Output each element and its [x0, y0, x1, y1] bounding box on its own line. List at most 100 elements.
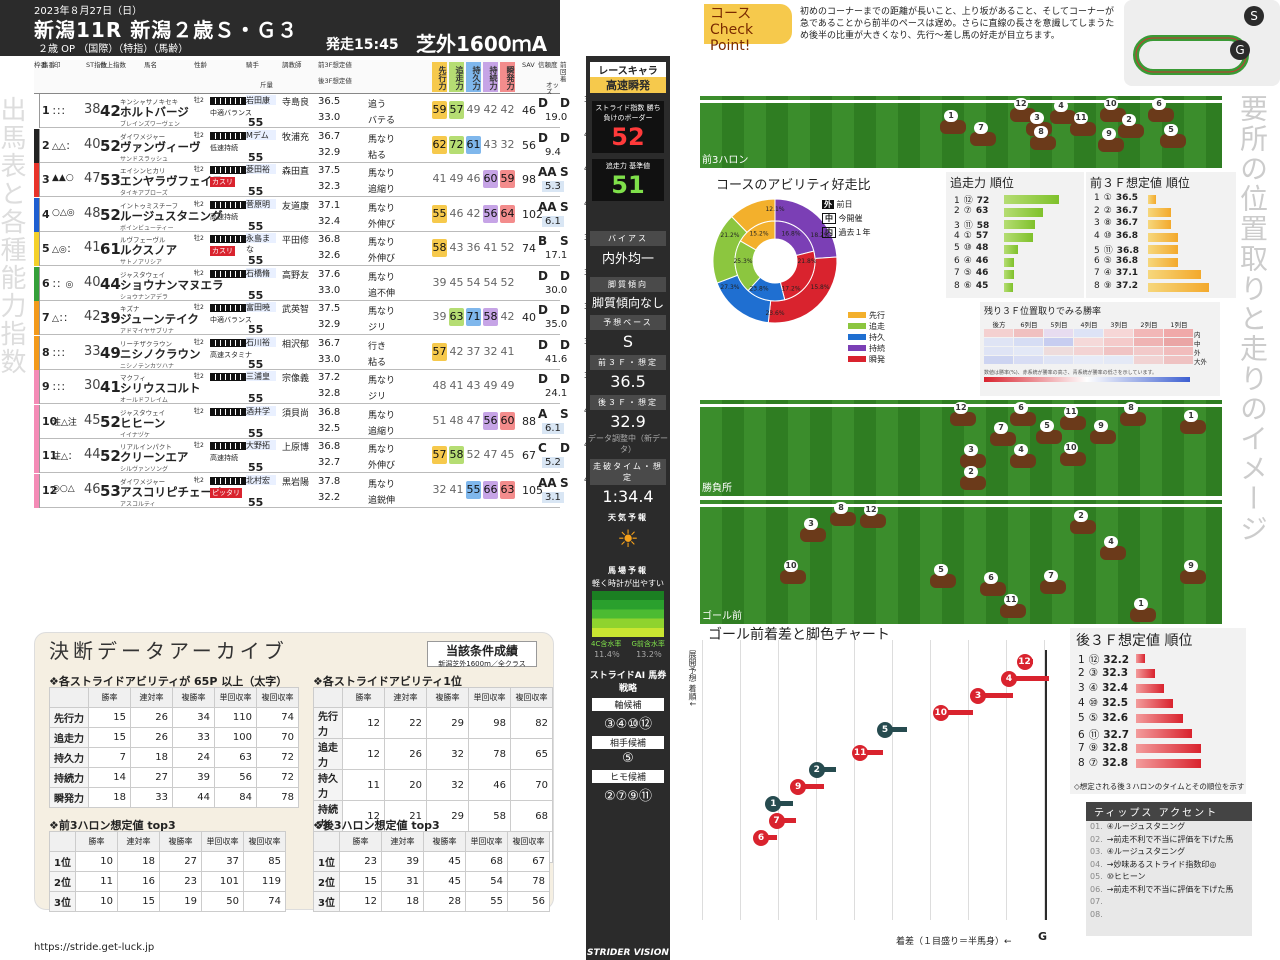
horse-marker: 1 — [940, 110, 966, 134]
ability-value: 71 — [466, 308, 481, 326]
table-row[interactable]: 7 △：： 42 39 キズナ ジューンテイク アドマイヤサブリナ 牡2 中適バランス 55 富田暁… — [34, 301, 594, 336]
winrate-cell — [1134, 338, 1163, 346]
horse-marker: 1 — [1180, 410, 1206, 434]
horse-name[interactable]: ジューンテイク — [120, 311, 199, 327]
col-header: 仕上指数 — [100, 61, 126, 69]
table-row[interactable]: 2 △△： 40 52 ダイワメジャー ヴァンヴィーヴ サンドスラッシュ 牡2 低速持続 55 Mデ… — [34, 128, 594, 164]
comment-1: 馬なり — [368, 134, 396, 145]
l3-rank-title: 後３Ｆ想定値 順位 — [1076, 633, 1193, 649]
goal-axis-label: 着差（１目盛り＝半馬身）← — [896, 937, 1012, 947]
cell: 32 — [426, 738, 469, 770]
rank-horse: ⑤ — [1088, 712, 1099, 724]
tip-text: ④ルージュスタニング — [1106, 822, 1186, 831]
rank-pos: 6 — [954, 255, 960, 266]
cell: 100 — [214, 727, 257, 748]
row-label: 先行力 — [313, 707, 343, 739]
horse-name[interactable]: アスコリピチェーノ — [120, 484, 223, 500]
course-label: コース — [710, 6, 752, 22]
tip-item: 03. ④ルージュスタニング — [1086, 846, 1252, 859]
col-header: 複回収率 — [510, 687, 553, 708]
horse-name[interactable]: クリーンエア — [120, 449, 188, 465]
table-row[interactable]: 9：：： 30 41 マクフィ シリウスコルト オールドフレイム 牡2 55 三浦皇 宗像義 37.… — [34, 370, 594, 405]
cell: 33 — [172, 727, 215, 748]
dam-name: アドマイヤサブリナ — [120, 328, 174, 335]
rank-row: 4 ① 57 — [946, 231, 1084, 244]
horse-name[interactable]: ルクスノア — [120, 242, 177, 258]
st-index: 47 — [84, 171, 101, 186]
rank-bar — [1004, 245, 1018, 254]
archive-row: 先行力 12 22 29 98 82 — [313, 707, 553, 739]
table-row[interactable]: 1：：： 38 42 キンシャサノキセキ ホルトバージ ブレインズワーヴェン 牡2 中適バラン… — [34, 94, 594, 129]
comment-1: 馬なり — [368, 445, 396, 455]
row-label: 2位 — [49, 871, 76, 892]
ability-value: 49 — [449, 172, 464, 185]
tip-item: 06. →前走不利で不当に評価を下げた馬 — [1086, 884, 1252, 897]
horse-name[interactable]: ホルトバージ — [120, 104, 189, 120]
marks: △◎： — [52, 245, 76, 255]
form-bar — [210, 269, 246, 278]
table-row[interactable]: 4 ○△◎ 48 52 イントゥミスチーフ ルージュスタニング ボインビューティー 牝2 高速持… — [34, 197, 594, 233]
rank-pos: 7 — [954, 268, 960, 278]
rank-row: 8 ⑨ 37.2 — [1086, 281, 1236, 294]
form-bar — [210, 131, 246, 140]
rank-horse: ① — [1103, 193, 1112, 203]
winrate-cell — [1074, 338, 1103, 346]
marks: 注△注 — [52, 417, 77, 428]
ability-value: 59 — [432, 101, 447, 119]
moist-a-value: 11.4％ — [594, 650, 620, 659]
dam-name: シルヴァンソング — [120, 466, 169, 473]
rank-pos: 3 — [1078, 682, 1085, 694]
archive-sub2: 新潟芝外1600m／全クラス — [438, 660, 526, 668]
row-label: 先行力 — [49, 707, 89, 728]
table-row[interactable]: 5 △◎： 41 61 ルヴフェーヴル ルクスノア サトノアリシア 牡2 カスリ 55 永島まな 平田… — [34, 232, 594, 267]
goal-chart: 12 4 3 10 5 11 2 9 1 7 6 — [700, 640, 1050, 920]
cell: 85 — [242, 851, 286, 872]
rank-value: 37.1 — [1115, 268, 1139, 278]
rank-row: 1 ⑫ 72 — [946, 193, 1084, 206]
col-header: 前回着 — [560, 61, 567, 83]
ability-value: 39 — [432, 310, 447, 323]
rank-horse: ⑫ — [963, 196, 973, 206]
trainer: 牧浦充 — [282, 132, 310, 143]
rank-bar — [1136, 684, 1164, 693]
ability-value: 45 — [449, 275, 464, 289]
horse-name[interactable]: ヴァンヴィーヴ — [120, 139, 201, 155]
lap-type: カスリ — [210, 246, 235, 256]
footer-url[interactable]: https://stride.get-luck.jp — [34, 942, 154, 953]
dam-name: サトノアリシア — [120, 259, 163, 266]
horse-name[interactable]: ニシノクラウン — [120, 346, 201, 362]
horse-name[interactable]: ルージュスタニング — [120, 208, 222, 224]
ability-value: 58 — [432, 239, 447, 257]
horse-name[interactable]: ヒヒーン — [120, 415, 165, 431]
ability-value: 42 — [500, 103, 515, 116]
table-row[interactable]: 11 注△： 44 52 リアルインパクト クリーンエア シルヴァンソング 牡2 高速持続 55 大… — [34, 439, 594, 474]
winrate-cell — [1134, 329, 1163, 337]
grade-1: B — [538, 234, 548, 248]
legend-meet: 中 今開催 — [822, 212, 871, 226]
row-label: 追走力 — [49, 727, 89, 748]
col-header: 複勝率 — [426, 687, 469, 708]
cell: 27 — [130, 767, 173, 788]
rank-row: 6 ⑤ 36.8 — [1086, 256, 1236, 269]
rank-horse: ⑥ — [963, 280, 972, 291]
comment-1: 追う — [368, 100, 387, 110]
cell: 78 — [468, 738, 511, 770]
goal-horse-number: 3 — [970, 688, 986, 704]
rank-row: 7 ⑤ 46 — [946, 268, 1084, 281]
ability-value: 41 — [432, 172, 447, 185]
horse-name[interactable]: エンヤラヴフェイス — [120, 173, 223, 189]
ability-header: 先行力 — [432, 62, 447, 92]
donut-label: 16.8% — [781, 230, 800, 237]
rank-value: 46 — [975, 255, 989, 266]
finish-index: 52 — [100, 412, 121, 431]
col-header: 単回収率 — [464, 831, 508, 852]
legend-label-0: 前日 — [836, 200, 853, 209]
table-row[interactable]: 3 ▲▲○ 47 53 エイシンヒカリ エンヤラヴフェイス タイキアプローズ 牡2 カスリ 55 菱… — [34, 163, 594, 198]
table-row[interactable]: 6 ：：◎ 40 44 ジャスタウェイ ショウナンマヌエラ ショウナンアデラ 牝2 55 石橋脩高… — [34, 266, 594, 302]
ability-value: 43 — [449, 241, 464, 254]
table-row[interactable]: 10 注△注 45 52 ジャスタウェイ ヒヒーン イイナヅケ 牡2 55 酒井学 須貝尚 36.8 3… — [34, 404, 594, 440]
table-row[interactable]: 12 ◎○△ 46 53 ダイワメジャー アスコリピチェーノ アスコルティ 牝2 ピッタリ 55 北… — [34, 473, 594, 509]
table-row[interactable]: 8：：： 33 49 リーチザクラウン ニシノクラウン ニシノテンカツハナ 牡2 高速スタミナ… — [34, 335, 594, 371]
horse-name[interactable]: ショウナンマヌエラ — [120, 277, 224, 293]
horse-name[interactable]: シリウスコルト — [120, 380, 201, 396]
